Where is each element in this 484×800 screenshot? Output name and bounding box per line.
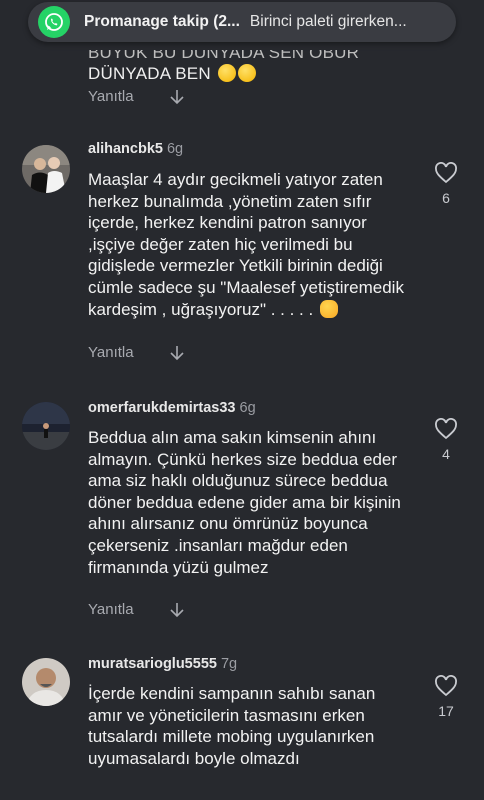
notification-title: Promanage takip (2... [84, 13, 240, 30]
reply-button[interactable]: Yanıtla [88, 344, 134, 361]
smirk-emoji-icon [237, 64, 256, 82]
username-line: alihancbk5 6g [88, 141, 183, 157]
username-line: omerfarukdemirtas33 6g [88, 400, 256, 416]
comment-text: Maaşlar 4 aydır gecikmeli yatıyor zaten … [88, 169, 406, 320]
comment-actions: Yanıtla [88, 601, 184, 618]
partial-comment-line2: DÜNYADA BEN [88, 64, 211, 83]
partial-comment-line2-wrap: DÜNYADA BEN [88, 63, 388, 84]
downvote-arrow-icon[interactable] [170, 602, 184, 618]
heart-icon[interactable] [434, 418, 458, 440]
comment-time: 7g [220, 656, 238, 672]
avatar[interactable] [22, 658, 70, 706]
comment-actions: Yanıtla [88, 344, 184, 361]
smirk-emoji-icon [217, 64, 236, 82]
partial-comment-line1: BUYUK BU DUNYADA SEN OBUR [88, 43, 360, 62]
username[interactable]: muratsarioglu5555 [88, 656, 217, 672]
partial-comment-actions: Yanıtla [88, 88, 184, 105]
heart-icon[interactable] [434, 162, 458, 184]
username[interactable]: omerfarukdemirtas33 [88, 400, 236, 416]
like-count: 6 [442, 190, 450, 206]
clap-emoji-icon [319, 299, 338, 318]
partial-comment-text: BUYUK BU DUNYADA SEN OBUR DÜNYADA BEN [88, 42, 388, 84]
avatar[interactable] [22, 402, 70, 450]
heart-icon[interactable] [434, 675, 458, 697]
like-count: 17 [438, 703, 454, 719]
notification-message: Birinci paleti girerken... [249, 13, 407, 30]
comment-time: 6g [166, 141, 184, 157]
comment-text: İçerde kendini sampanın sahıbı sanan amı… [88, 684, 376, 768]
downvote-arrow-icon[interactable] [170, 345, 184, 361]
avatar[interactable] [22, 145, 70, 193]
like-count: 4 [442, 446, 450, 462]
reply-button[interactable]: Yanıtla [88, 601, 134, 618]
reply-button[interactable]: Yanıtla [88, 88, 134, 105]
comment-time: 6g [239, 400, 256, 416]
downvote-arrow-icon[interactable] [170, 89, 184, 105]
username[interactable]: alihancbk5 [88, 141, 163, 157]
whatsapp-icon [38, 6, 70, 38]
comment-text-body: Maaşlar 4 aydır gecikmeli yatıyor zaten … [88, 170, 404, 319]
comment-text: Beddua alın ama sakın kimsenin ahını alm… [88, 428, 401, 577]
username-line: muratsarioglu5555 7g [88, 656, 237, 672]
notification-banner[interactable]: Promanage takip (2... Birinci paleti gir… [28, 2, 456, 42]
